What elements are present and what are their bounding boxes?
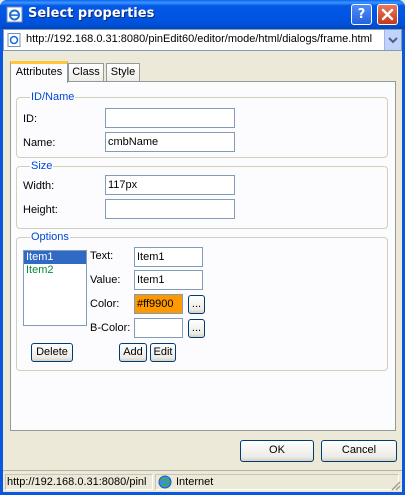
tab-class[interactable]: Class — [68, 63, 104, 82]
width-label: Width: — [23, 180, 55, 192]
width-input[interactable]: 117px — [105, 175, 235, 195]
height-input[interactable] — [105, 199, 235, 219]
address-bar[interactable]: http://192.168.0.31:8080/pinEdit60/edito… — [3, 29, 402, 51]
size-legend: Size — [30, 160, 54, 172]
options-legend: Options — [30, 231, 70, 243]
idname-group: ID/Name ID: Name: cmbName — [16, 91, 388, 158]
value-label: Value: — [90, 274, 121, 286]
color-picker-button[interactable]: ... — [188, 295, 205, 314]
id-input[interactable] — [105, 108, 235, 128]
ie-page-icon — [6, 6, 23, 23]
status-zone: Internet — [155, 474, 399, 490]
title-bar[interactable]: Select properties ? — [0, 0, 405, 29]
dialog-window: Select properties ? http://192.168.0.31:… — [0, 0, 405, 495]
name-label: Name: — [23, 137, 56, 149]
attributes-panel: ID/Name ID: Name: cmbName Size Width: 11… — [10, 81, 396, 431]
window-title: Select properties — [28, 6, 155, 21]
address-scroll-button[interactable] — [384, 30, 401, 50]
add-button[interactable]: Add — [119, 343, 147, 362]
height-label: Height: — [23, 204, 58, 216]
page-icon — [7, 33, 21, 47]
zone-label: Internet — [176, 476, 214, 488]
cancel-button[interactable]: Cancel — [321, 440, 397, 462]
color-label: Color: — [90, 298, 120, 310]
list-item[interactable]: Item1 — [24, 251, 86, 264]
options-group: Options Item1 Item2 Text: Item1 Value: I… — [16, 231, 388, 371]
tab-style[interactable]: Style — [106, 63, 140, 82]
edit-button[interactable]: Edit — [150, 343, 176, 362]
globe-icon — [158, 475, 172, 489]
color-input[interactable]: #ff9900 — [134, 294, 183, 314]
text-label: Text: — [90, 250, 114, 262]
size-group: Size Width: 117px Height: — [16, 160, 388, 229]
address-url: http://192.168.0.31:8080/pinEdit60/edito… — [26, 33, 373, 45]
text-input[interactable]: Item1 — [134, 247, 203, 267]
chevron-down-icon — [388, 37, 398, 44]
value-input[interactable]: Item1 — [134, 270, 203, 290]
options-listbox[interactable]: Item1 Item2 — [23, 250, 87, 326]
idname-legend: ID/Name — [30, 91, 76, 103]
resize-grip-icon[interactable] — [389, 479, 401, 491]
ok-button[interactable]: OK — [240, 440, 314, 462]
help-button[interactable]: ? — [351, 4, 372, 25]
bcolor-picker-button[interactable]: ... — [188, 319, 205, 338]
name-input[interactable]: cmbName — [105, 132, 235, 152]
dialog-client: http://192.168.0.31:8080/pinEdit60/edito… — [3, 29, 402, 492]
bcolor-label: B-Color: — [90, 322, 131, 334]
close-button[interactable] — [377, 4, 398, 25]
tab-attributes[interactable]: Attributes — [10, 61, 68, 83]
id-label: ID: — [23, 113, 38, 125]
list-item[interactable]: Item2 — [24, 264, 86, 277]
status-bar: http://192.168.0.31:8080/pinl Internet — [3, 470, 402, 492]
bcolor-input[interactable] — [134, 318, 183, 338]
close-icon — [381, 8, 394, 21]
delete-button[interactable]: Delete — [31, 343, 73, 362]
status-url: http://192.168.0.31:8080/pinl — [5, 474, 153, 490]
